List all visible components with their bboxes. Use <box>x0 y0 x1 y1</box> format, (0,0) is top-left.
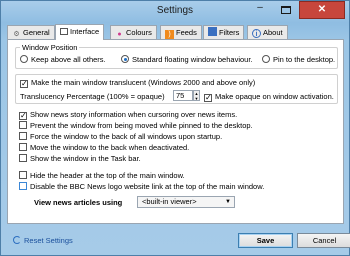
rss-icon: ) <box>165 30 174 39</box>
translucent-group: ✓ Make the main window translucent (Windo… <box>15 74 338 104</box>
tab-label: About <box>263 28 283 37</box>
tab-label: Interface <box>70 27 100 36</box>
option-label: Show the window in the Task bar. <box>30 154 141 163</box>
reset-settings-label: Reset Settings <box>24 236 73 245</box>
minimize-button[interactable]: – <box>247 1 273 19</box>
option-label: Move the window to the back when deactiv… <box>30 143 190 152</box>
view-articles-label: View news articles using <box>34 198 123 207</box>
disable-logo-link-checkbox[interactable] <box>19 182 27 190</box>
window-position-title: Window Position <box>20 43 80 52</box>
taskbar-checkbox[interactable] <box>19 154 27 162</box>
translucent-label: Make the main window translucent (Window… <box>31 78 256 87</box>
interface-panel: Window Position Keep above all others. S… <box>7 39 344 224</box>
window-icon <box>60 28 68 35</box>
translucency-percent-input[interactable]: 75 <box>173 90 193 101</box>
option-force-back[interactable]: Force the window to the back of all wind… <box>19 132 222 141</box>
pin-desktop-radio[interactable] <box>262 55 270 63</box>
tab-feeds[interactable]: ) Feeds <box>160 25 202 39</box>
option-label: Disable the BBC News logo website link a… <box>30 182 265 191</box>
tab-label: Colours <box>126 28 152 37</box>
tab-general[interactable]: ⚙ General <box>7 25 55 39</box>
hide-header-checkbox[interactable] <box>19 171 27 179</box>
settings-window: Settings – ✕ ⚙ General Interface ● Colours… <box>0 0 350 256</box>
gear-icon: ⚙ <box>13 31 20 38</box>
option-label: Force the window to the back of all wind… <box>30 132 223 141</box>
keep-above-label: Keep above all others. <box>31 55 106 64</box>
standard-floating-radio[interactable] <box>121 55 129 63</box>
option-label: Show news story information when cursori… <box>30 110 238 119</box>
viewer-select[interactable]: <built-in viewer> ▼ <box>137 196 235 208</box>
option-hide-header[interactable]: Hide the header at the top of the main w… <box>19 171 185 180</box>
chevron-down-icon: ▼ <box>225 199 231 205</box>
title-bar[interactable]: Settings – ✕ <box>1 1 349 23</box>
force-back-checkbox[interactable] <box>19 132 27 140</box>
keep-above-radio[interactable] <box>20 55 28 63</box>
tab-label: General <box>23 28 50 37</box>
maximize-icon <box>281 6 291 14</box>
opaque-activation-checkbox[interactable]: ✓ <box>204 94 212 102</box>
opaque-activation-option[interactable]: ✓ Make opaque on window activation. <box>204 92 334 102</box>
prevent-move-checkbox[interactable] <box>19 121 27 129</box>
show-news-info-checkbox[interactable]: ✓ <box>19 112 27 120</box>
translucent-checkbox[interactable]: ✓ <box>20 80 28 88</box>
translucency-spinner[interactable]: ▲ ▼ <box>193 90 200 101</box>
reset-settings-link[interactable]: Reset Settings <box>13 236 73 245</box>
viewer-select-value: <built-in viewer> <box>142 197 197 206</box>
standard-floating-label: Standard floating window behaviour. <box>132 55 253 64</box>
translucent-option[interactable]: ✓ Make the main window translucent (Windo… <box>20 78 255 88</box>
tab-filters[interactable]: Filters <box>203 25 245 39</box>
option-prevent-move[interactable]: Prevent the window from being moved whil… <box>19 121 253 130</box>
maximize-button[interactable] <box>273 1 299 19</box>
option-move-back[interactable]: Move the window to the back when deactiv… <box>19 143 189 152</box>
cancel-button[interactable]: Cancel <box>297 233 350 248</box>
standard-floating-option[interactable]: Standard floating window behaviour. <box>121 55 253 64</box>
save-button[interactable]: Save <box>238 233 293 248</box>
palette-icon: ● <box>117 31 122 38</box>
info-icon: i <box>252 29 261 38</box>
tab-colours[interactable]: ● Colours <box>110 25 157 39</box>
window-position-group: Window Position Keep above all others. S… <box>15 43 338 69</box>
tab-about[interactable]: i About <box>247 25 288 39</box>
pin-desktop-label: Pin to the desktop. <box>273 55 336 64</box>
filter-icon <box>208 27 217 36</box>
pin-desktop-option[interactable]: Pin to the desktop. <box>262 55 335 64</box>
translucency-percent-label: Translucency Percentage (100% = opaque) <box>20 92 165 101</box>
option-show-news-info[interactable]: ✓ Show news story information when cursor… <box>19 110 237 120</box>
option-disable-logo-link[interactable]: Disable the BBC News logo website link a… <box>19 182 264 191</box>
close-button[interactable]: ✕ <box>299 1 345 19</box>
tab-interface[interactable]: Interface <box>55 24 105 40</box>
option-taskbar[interactable]: Show the window in the Task bar. <box>19 154 141 163</box>
opaque-activation-label: Make opaque on window activation. <box>215 92 334 101</box>
tab-label: Feeds <box>176 28 197 37</box>
move-back-checkbox[interactable] <box>19 143 27 151</box>
option-label: Prevent the window from being moved whil… <box>30 121 253 130</box>
reset-icon <box>13 236 21 244</box>
tab-label: Filters <box>219 28 240 37</box>
keep-above-option[interactable]: Keep above all others. <box>20 55 106 64</box>
option-label: Hide the header at the top of the main w… <box>30 171 185 180</box>
